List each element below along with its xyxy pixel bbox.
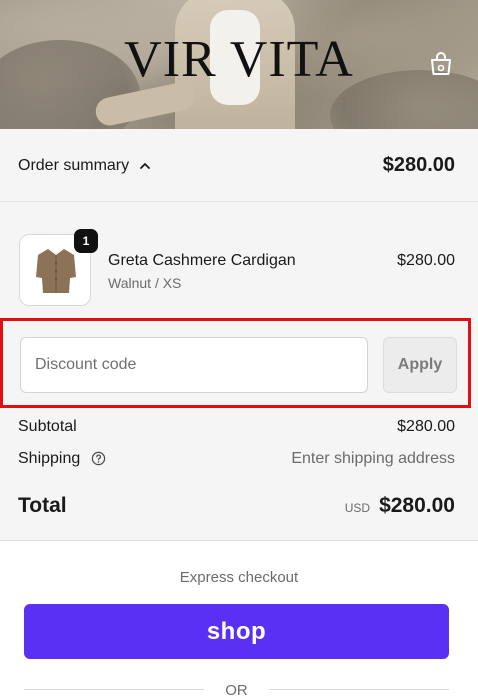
or-label: OR — [225, 682, 248, 699]
total-amount: $280.00 — [379, 494, 455, 517]
discount-code-input[interactable] — [20, 337, 368, 393]
product-name: Greta Cashmere Cardigan — [108, 252, 296, 269]
subtotal-label: Subtotal — [18, 418, 77, 435]
divider-line — [269, 689, 449, 690]
subtotal-value: $280.00 — [397, 418, 455, 435]
apply-discount-button[interactable]: Apply — [383, 337, 457, 393]
shipping-label: Shipping — [18, 450, 81, 467]
total-row: Total USD $280.00 — [18, 494, 455, 518]
order-details-panel: 1 Greta Cashmere Cardigan Walnut / XS $2… — [0, 202, 478, 541]
chevron-up-icon — [140, 163, 151, 169]
product-price: $280.00 — [397, 252, 455, 269]
product-variant: Walnut / XS — [108, 275, 182, 291]
order-summary-label: Order summary — [18, 157, 130, 174]
shipping-row: Shipping Enter shipping address — [18, 450, 455, 468]
header-hero: VIR VITA — [0, 0, 478, 129]
shop-pay-button[interactable]: shop — [24, 604, 449, 659]
currency-code: USD — [344, 501, 371, 515]
discount-section: Apply — [0, 318, 471, 408]
shipping-value: Enter shipping address — [291, 450, 455, 467]
cardigan-image — [36, 249, 76, 293]
help-circle-icon[interactable] — [91, 451, 106, 466]
express-checkout-label: Express checkout — [179, 569, 299, 586]
or-divider: OR — [24, 680, 449, 700]
order-summary-bar: Order summary $280.00 — [0, 129, 478, 202]
subtotal-row: Subtotal $280.00 — [18, 418, 455, 436]
order-summary-total: $280.00 — [382, 154, 455, 176]
order-summary-toggle[interactable]: Order summary — [18, 157, 151, 175]
shopping-bag-icon[interactable] — [427, 50, 455, 78]
total-label: Total — [18, 494, 67, 517]
quantity-badge: 1 — [74, 229, 98, 253]
brand-logo[interactable]: VIR VITA — [0, 30, 478, 89]
